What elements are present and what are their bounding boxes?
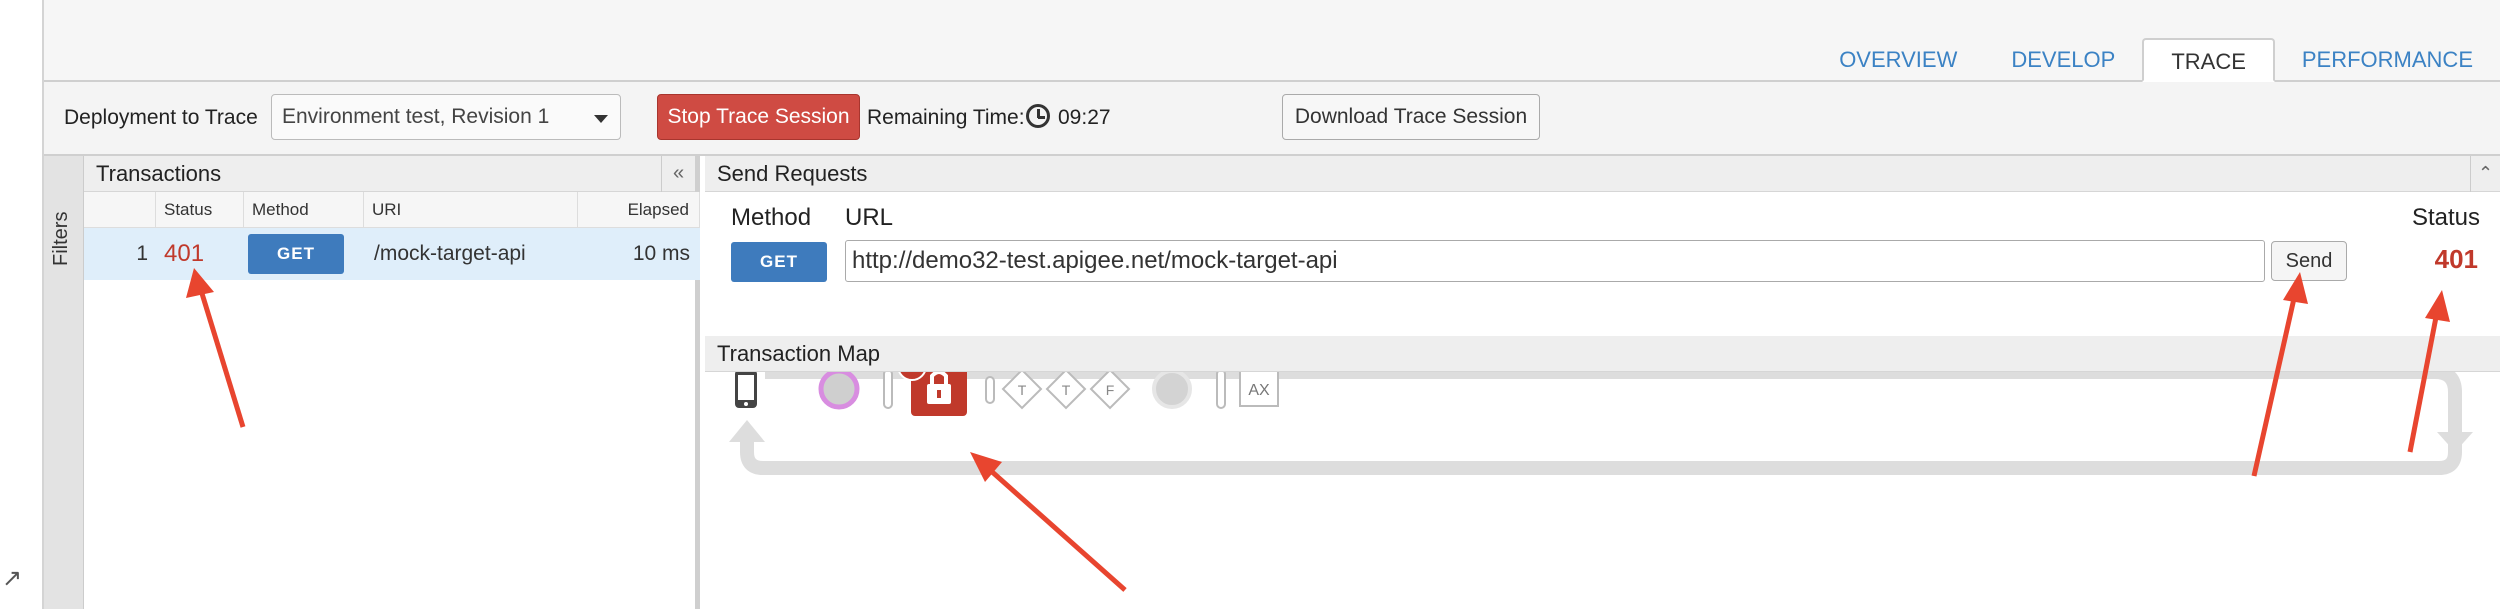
analytics-node[interactable]: AX <box>1239 372 1279 407</box>
method-label: Method <box>731 204 812 231</box>
row-status: 401 <box>164 240 205 267</box>
flow-divider-2 <box>985 376 995 404</box>
trace-page: ↗ OVERVIEW DEVELOP TRACE PERFORMANCE Dep… <box>0 0 2500 609</box>
tab-bar: OVERVIEW DEVELOP TRACE PERFORMANCE <box>1812 38 2500 82</box>
column-index <box>84 192 156 227</box>
left-gutter: ↗ <box>0 0 44 609</box>
tab-performance[interactable]: PERFORMANCE <box>2275 38 2500 82</box>
send-button[interactable]: Send <box>2271 241 2347 281</box>
top-bar: OVERVIEW DEVELOP TRACE PERFORMANCE <box>44 0 2500 82</box>
transactions-table: Status Method URI Elapsed 1 401 GET /moc… <box>84 192 700 280</box>
transaction-map-title: Transaction Map <box>717 341 881 366</box>
environment-value: Environment test, Revision 1 <box>282 105 550 128</box>
flow-down-arrow-icon <box>2437 432 2473 452</box>
column-elapsed[interactable]: Elapsed <box>578 192 700 227</box>
transactions-header: Transactions « <box>84 156 695 192</box>
svg-text:AX: AX <box>1248 382 1270 399</box>
tab-develop[interactable]: DEVELOP <box>1984 38 2142 82</box>
target-request-node[interactable] <box>1152 372 1192 409</box>
collapse-up-icon[interactable]: ⌃ <box>2470 156 2500 192</box>
row-uri: /mock-target-api <box>374 242 526 265</box>
transaction-map-header: Transaction Map <box>705 336 2500 372</box>
chevron-down-icon <box>594 115 608 123</box>
transactions-panel: Transactions « Status Method URI Elapsed… <box>84 156 700 609</box>
row-number: 1 <box>136 242 148 265</box>
column-method[interactable]: Method <box>244 192 364 227</box>
method-select[interactable]: GET <box>731 242 827 282</box>
download-trace-button[interactable]: Download Trace Session <box>1282 94 1540 140</box>
send-requests-title: Send Requests <box>717 161 868 186</box>
phone-icon[interactable] <box>735 372 757 408</box>
send-requests-panel: Send Requests ⌃ Method URL Status GET ht… <box>705 156 2500 609</box>
send-requests-header: Send Requests ⌃ <box>705 156 2500 192</box>
svg-text:T: T <box>1062 382 1071 398</box>
method-badge: GET <box>731 242 827 282</box>
tab-overview[interactable]: OVERVIEW <box>1812 38 1984 82</box>
svg-text:!: ! <box>909 372 915 376</box>
transaction-map: ! T T F AX <box>729 372 2473 475</box>
column-status[interactable]: Status <box>156 192 244 227</box>
url-label: URL <box>845 204 894 231</box>
status-label: Status <box>2411 204 2480 231</box>
svg-text:T: T <box>1018 382 1027 398</box>
expand-icon[interactable]: ↗ <box>2 566 28 592</box>
response-status: 401 <box>2434 244 2478 274</box>
stop-trace-button[interactable]: Stop Trace Session <box>657 94 860 140</box>
environment-select[interactable]: Environment test, Revision 1 <box>271 94 621 140</box>
tab-trace[interactable]: TRACE <box>2142 38 2275 82</box>
flow-up-arrow-icon <box>729 420 765 442</box>
trace-toolbar: Deployment to Trace Environment test, Re… <box>44 82 2500 156</box>
flow-divider-3 <box>1216 372 1226 409</box>
table-row[interactable]: 1 401 GET /mock-target-api 10 ms <box>84 228 700 280</box>
filters-label: Filters <box>50 211 72 266</box>
flow-return-track <box>740 392 2462 475</box>
transactions-title: Transactions <box>96 161 222 186</box>
flow-divider <box>883 372 893 409</box>
remaining-time-value: 09:27 <box>1058 106 1111 129</box>
deployment-label: Deployment to Trace <box>64 106 258 129</box>
row-method-badge: GET <box>248 234 344 275</box>
filters-strip[interactable]: Filters <box>44 156 84 609</box>
column-uri[interactable]: URI <box>364 192 578 227</box>
proxy-request-node[interactable] <box>818 372 860 410</box>
svg-text:F: F <box>1106 382 1115 398</box>
url-input[interactable]: http://demo32-test.apigee.net/mock-targe… <box>845 240 2265 282</box>
table-header-row: Status Method URI Elapsed <box>84 192 700 228</box>
remaining-time-label: Remaining Time: <box>867 106 1025 129</box>
row-elapsed: 10 ms <box>632 242 690 265</box>
row-method-cell: GET <box>244 228 364 280</box>
clock-icon <box>1026 104 1050 128</box>
collapse-icon[interactable]: « <box>661 156 695 192</box>
